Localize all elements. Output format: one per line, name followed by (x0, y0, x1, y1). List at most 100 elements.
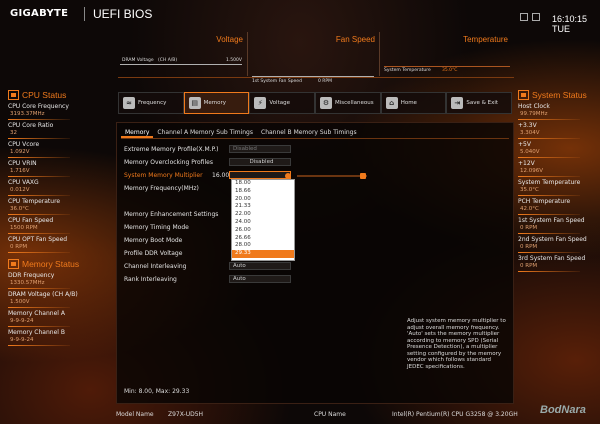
memory-stat-value: 1.500V (10, 299, 30, 305)
system-icon (518, 90, 529, 100)
cpu-stat-value: 36.0°C (10, 206, 29, 212)
system-stat-value: 12.096V (520, 168, 544, 174)
tab-label: Home (400, 100, 417, 106)
top-icons (520, 13, 544, 23)
system-stat: System Temperature 35.0°C (518, 179, 600, 196)
rank-interleaving-select[interactable]: Auto (229, 275, 291, 283)
product-title: UEFI BIOS (93, 7, 153, 21)
tab-home[interactable]: ⌂ Home (380, 92, 447, 114)
system-stat: 2nd System Fan Speed 0 RPM (518, 236, 600, 253)
tab-voltage[interactable]: ⚡ Voltage (249, 92, 316, 114)
frequency-icon: ≈ (123, 97, 135, 109)
cpu-stat-label: CPU Temperature (8, 198, 61, 205)
system-stat-label: +5V (518, 141, 531, 148)
header-divider (84, 7, 85, 21)
system-stat-value: 99.79MHz (520, 111, 548, 117)
fan-title: Fan Speed (335, 35, 375, 44)
dropdown-option[interactable]: 18.66 (232, 188, 294, 196)
system-stat-underline (518, 138, 580, 139)
cpu-icon (8, 90, 19, 100)
fan-graph-line (252, 76, 374, 77)
cpu-stat: CPU Core Ratio 32 (8, 122, 108, 139)
tab-save-exit[interactable]: ⇥ Save & Exit (446, 92, 513, 114)
dropdown-option[interactable]: 24.00 (232, 219, 294, 227)
cpu-stat-value: 32 (10, 130, 17, 136)
fan-label: 1st System Fan Speed (252, 79, 302, 84)
clock: 16:10:15 TUE (552, 14, 588, 34)
cpu-stat-label: CPU Core Frequency (8, 103, 69, 110)
system-stat-underline (518, 119, 580, 120)
memory-stat-label: Memory Channel A (8, 310, 65, 317)
cpu-stat-underline (8, 195, 70, 196)
subtab-memory[interactable]: Memory (121, 126, 154, 138)
tab-memory[interactable]: ▤ Memory (183, 92, 250, 114)
fan-value: 0 RPM (318, 79, 333, 84)
dropdown-option[interactable]: 22.00 (232, 211, 294, 219)
system-stat: Host Clock 99.79MHz (518, 103, 600, 120)
frequency-label: Memory Frequency(MHz) (124, 185, 199, 192)
dropdown-option[interactable]: 28.00 (232, 242, 294, 250)
system-stat-value: 0 RPM (520, 263, 538, 269)
memory-stat: DRAM Voltage (CH A/B) 1.500V (8, 291, 108, 308)
voltage-icon: ⚡ (254, 97, 267, 109)
system-stat-label: +12V (518, 160, 535, 167)
brand-logo: GIGABYTE (10, 8, 69, 19)
rank-interleaving-label: Rank Interleaving (124, 276, 177, 283)
memory-stat-label: DDR Frequency (8, 272, 55, 279)
multiplier-slider-handle[interactable] (360, 173, 366, 179)
tab-label: Frequency (138, 100, 167, 106)
voltage-channel: (CH A/B) (157, 58, 178, 63)
sub-tabs: Memory Channel A Memory Sub Timings Channe… (121, 126, 509, 139)
channel-interleaving-select[interactable]: Auto (229, 262, 291, 270)
cpu-stat: CPU Vcore 1.092V (8, 141, 108, 158)
tab-miscellaneous[interactable]: ⚙ Miscellaneous (315, 92, 381, 114)
temperature-value: 35.0°C (442, 68, 458, 73)
left-status-panel: CPU Status CPU Core Frequency 3193.37MHz C… (8, 90, 108, 348)
cpu-status-header: CPU Status (8, 90, 108, 100)
voltage-graph-line (120, 64, 242, 65)
multiplier-select[interactable] (229, 171, 291, 179)
tab-label: Miscellaneous (335, 100, 374, 106)
subtab-channel-a-memory-sub-timings[interactable]: Channel A Memory Sub Timings (153, 126, 257, 138)
main-tabs: ≈ Frequency ▤ Memory ⚡ Voltage ⚙ Miscellaneous ⌂… (118, 92, 513, 116)
cpu-stat-label: CPU OPT Fan Speed (8, 236, 68, 243)
oc-profiles-select[interactable]: Disabled (229, 158, 291, 166)
system-stat-value: 42.0°C (520, 206, 539, 212)
right-status-panel: System Status Host Clock 99.79MHz +3.3V 3.3… (518, 90, 600, 274)
dropdown-option[interactable]: 21.33 (232, 203, 294, 211)
display-icon[interactable] (532, 13, 540, 21)
watermark: BodNara (540, 404, 586, 416)
timing-mode-label: Memory Timing Mode (124, 224, 189, 231)
cpu-stat: CPU OPT Fan Speed 0 RPM (8, 236, 108, 253)
subtab-channel-b-memory-sub-timings[interactable]: Channel B Memory Sub Timings (257, 126, 361, 138)
cpu-stat-value: 0 RPM (10, 244, 28, 250)
cpu-stat-underline (8, 119, 70, 120)
cpu-stat-label: CPU VAXG (8, 179, 39, 186)
system-stat-label: 2nd System Fan Speed (518, 236, 587, 243)
memory-stat: Memory Channel A 9-9-9-24 (8, 310, 108, 327)
cpu-stat: CPU Temperature 36.0°C (8, 198, 108, 215)
top-bar: GIGABYTE UEFI BIOS 16:10:15 TUE (0, 0, 600, 34)
cpu-name-value: Intel(R) Pentium(R) CPU G3258 @ 3.20GH (392, 411, 518, 418)
system-stat-label: System Temperature (518, 179, 581, 186)
dropdown-option[interactable]: 29.33 (232, 250, 294, 258)
tab-frequency[interactable]: ≈ Frequency (118, 92, 184, 114)
cpu-stat-underline (8, 252, 70, 253)
xmp-select[interactable]: Disabled (229, 145, 291, 153)
voltage-title: Voltage (216, 35, 243, 44)
system-stat-underline (518, 252, 580, 253)
cpu-stat-underline (8, 233, 70, 234)
dropdown-option[interactable]: 20.00 (232, 196, 294, 204)
memory-stat: Memory Channel B 9-9-9-24 (8, 329, 108, 346)
memory-icon: ▤ (188, 97, 201, 109)
system-stat-underline (518, 195, 580, 196)
xmp-label: Extreme Memory Profile(X.M.P.) (124, 146, 219, 153)
home-icon: ⌂ (385, 97, 398, 109)
multiplier-slider[interactable] (297, 175, 367, 177)
dropdown-option[interactable]: 26.00 (232, 227, 294, 235)
memory-status-title: Memory Status (22, 259, 80, 269)
system-stat: +5V 5.040V (518, 141, 600, 158)
dropdown-option[interactable]: 26.66 (232, 235, 294, 243)
dropdown-option[interactable]: 18.00 (232, 180, 294, 188)
keyboard-icon[interactable] (520, 13, 528, 21)
